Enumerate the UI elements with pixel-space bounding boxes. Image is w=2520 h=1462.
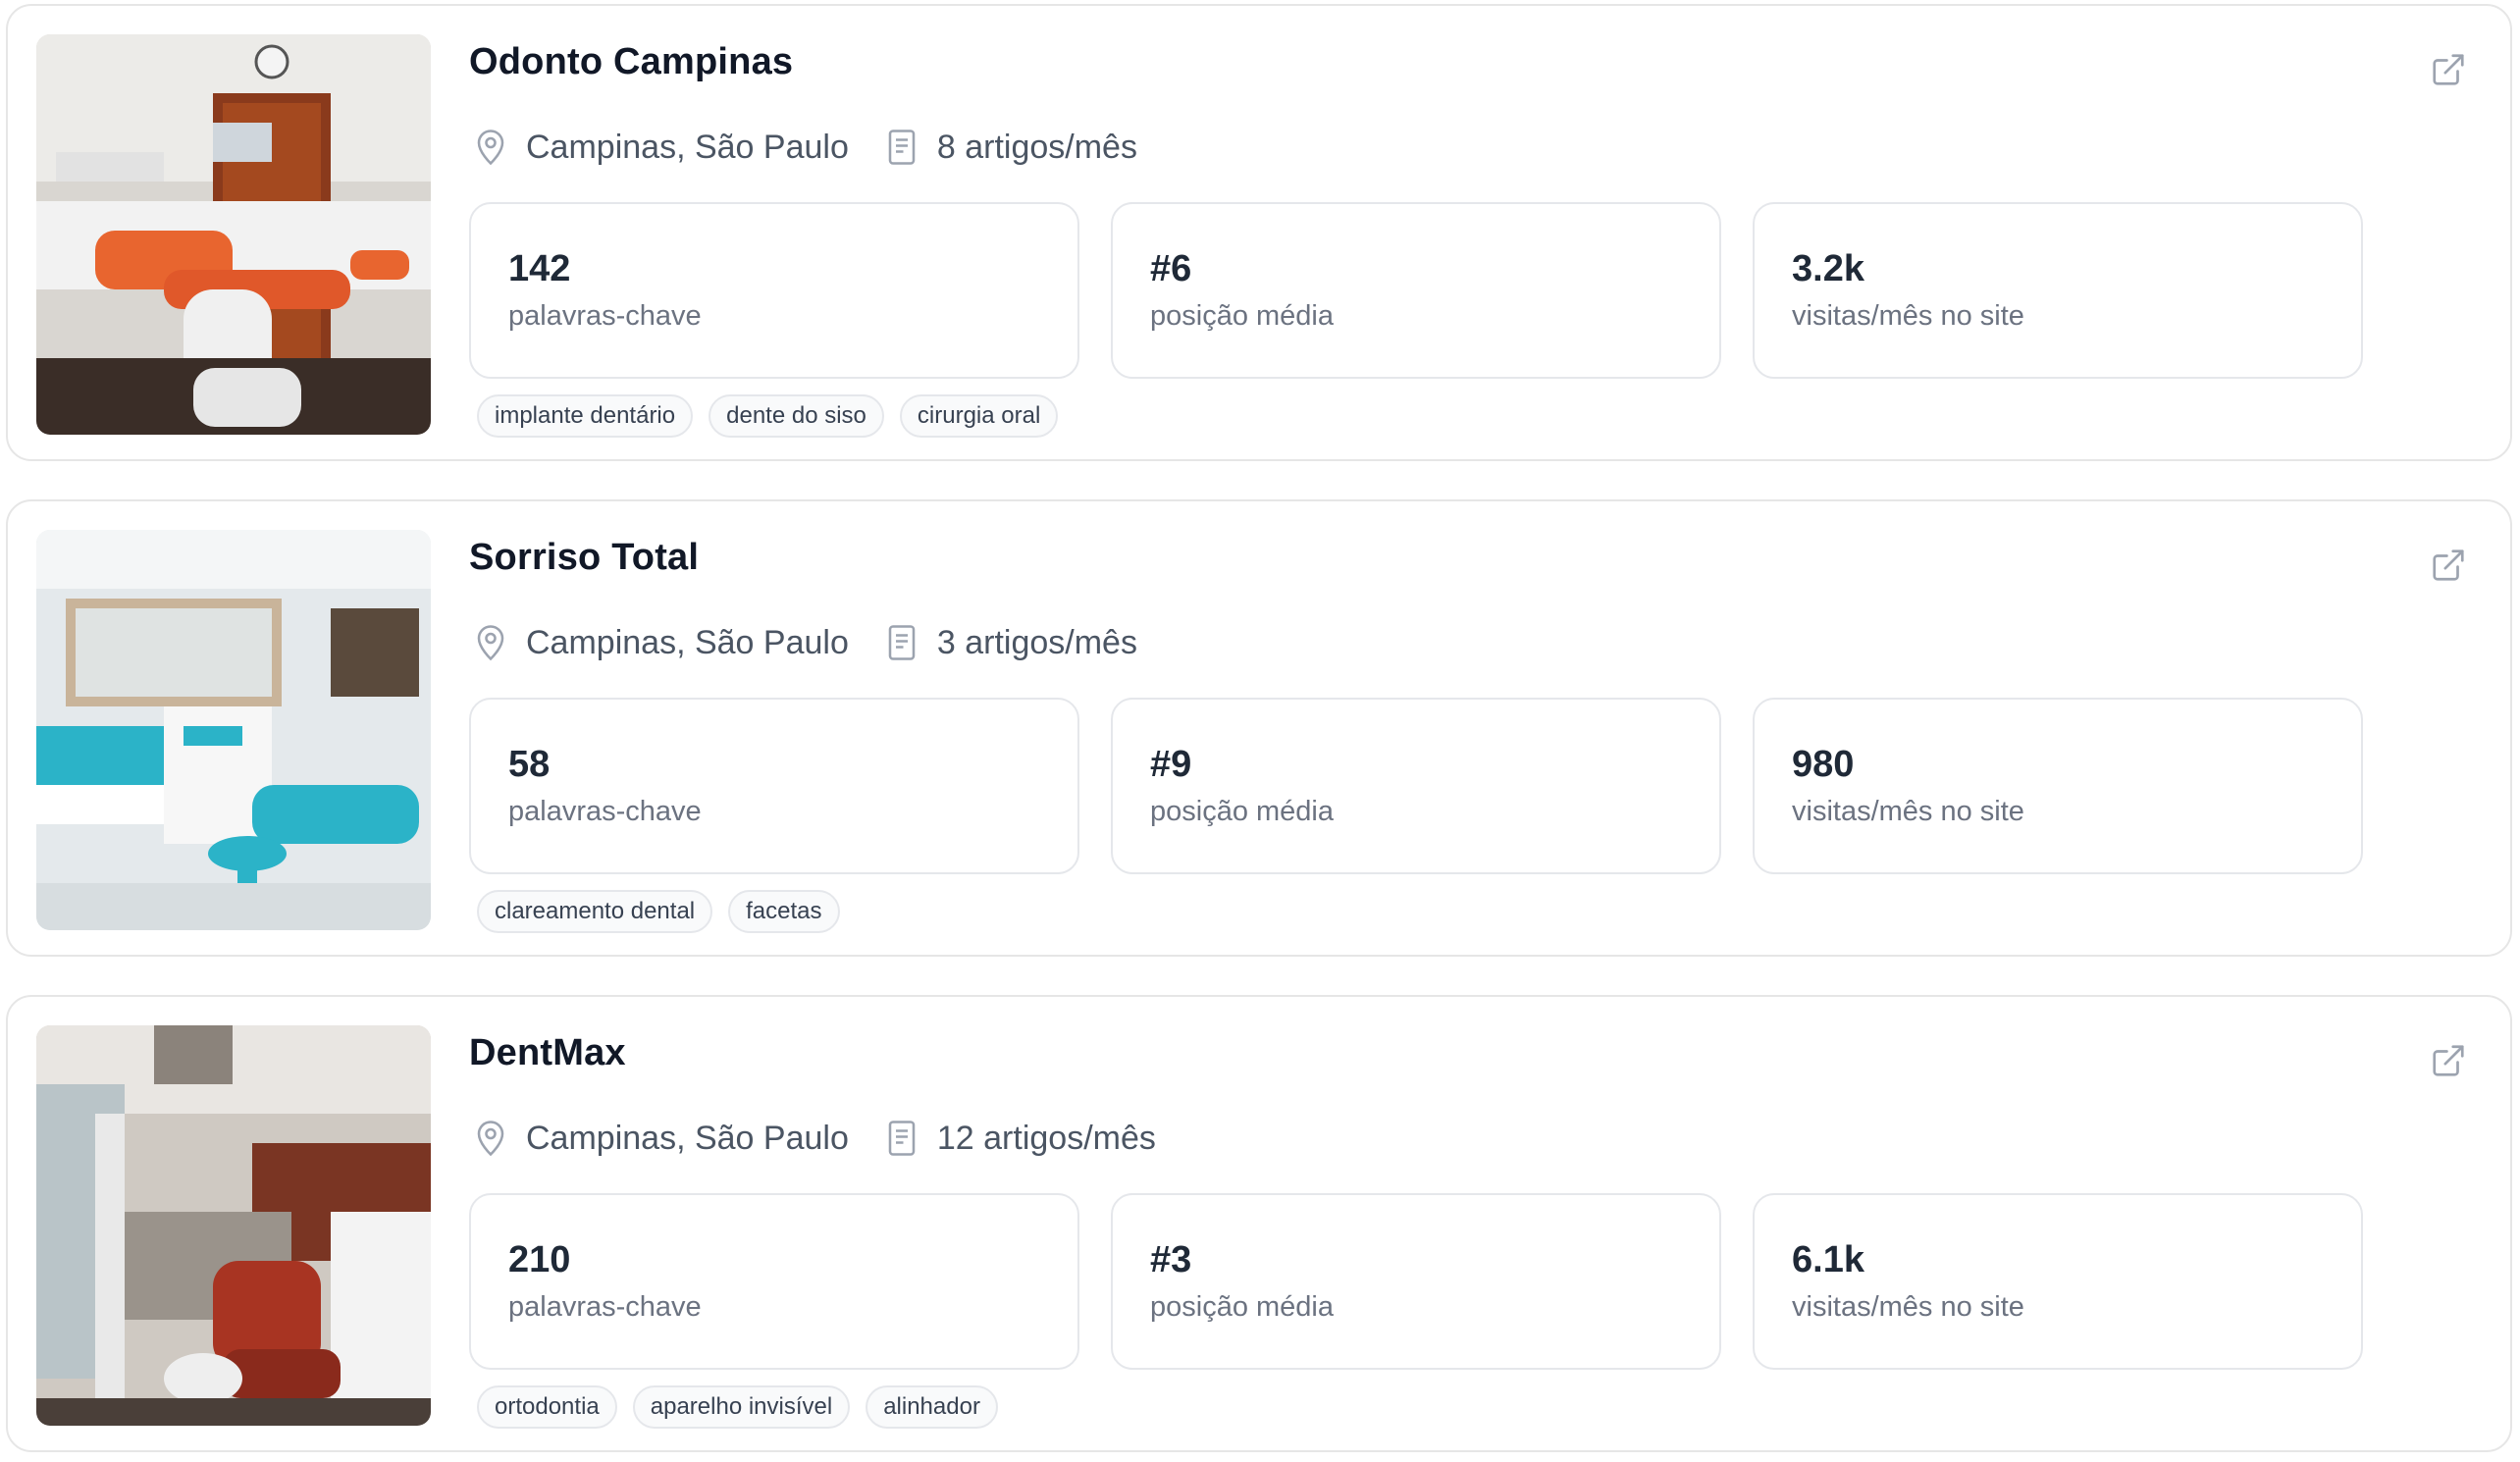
stat-value: 142 <box>508 248 571 289</box>
stat-keywords: 210 palavras-chave <box>469 1193 1079 1370</box>
clinic-location: Campinas, São Paulo <box>526 623 849 661</box>
stat-visits: 980 visitas/mês no site <box>1753 698 2363 874</box>
external-link-icon[interactable] <box>2430 51 2467 88</box>
stat-visits: 6.1k visitas/mês no site <box>1753 1193 2363 1370</box>
stat-label: posição média <box>1150 1291 1334 1323</box>
stat-label: visitas/mês no site <box>1792 1291 2024 1323</box>
clinic-meta: Campinas, São Paulo 12 artigos/mês <box>473 1117 1156 1160</box>
stat-keywords: 58 palavras-chave <box>469 698 1079 874</box>
external-link-icon[interactable] <box>2430 1042 2467 1079</box>
stat-position: #3 posição média <box>1111 1193 1721 1370</box>
stat-label: palavras-chave <box>508 796 702 827</box>
stat-value: 58 <box>508 744 551 785</box>
stats-row: 210 palavras-chave #3 posição média 6.1k… <box>469 1193 2363 1370</box>
keyword-tag[interactable]: dente do siso <box>709 394 884 438</box>
stat-value: 980 <box>1792 744 1855 785</box>
document-icon <box>884 128 919 167</box>
stat-keywords: 142 palavras-chave <box>469 202 1079 379</box>
stats-row: 58 palavras-chave #9 posição média 980 v… <box>469 698 2363 874</box>
stat-position: #6 posição média <box>1111 202 1721 379</box>
clinic-name: Odonto Campinas <box>469 41 794 82</box>
stat-value: 3.2k <box>1792 248 1864 289</box>
keyword-tag[interactable]: facetas <box>728 890 840 933</box>
stat-visits: 3.2k visitas/mês no site <box>1753 202 2363 379</box>
clinic-card[interactable]: Odonto Campinas Campinas, São Paulo 8 ar… <box>6 4 2512 461</box>
document-icon <box>884 1119 919 1158</box>
stat-position: #9 posição média <box>1111 698 1721 874</box>
keyword-tags: implante dentário dente do siso cirurgia… <box>477 394 1059 438</box>
clinic-photo <box>36 1025 431 1426</box>
clinic-list: Odonto Campinas Campinas, São Paulo 8 ar… <box>0 0 2520 1462</box>
clinic-photo <box>36 530 431 930</box>
stat-label: posição média <box>1150 300 1334 332</box>
stat-label: visitas/mês no site <box>1792 300 2024 332</box>
stat-value: 210 <box>508 1239 571 1280</box>
clinic-articles: 3 artigos/mês <box>936 623 1137 661</box>
stat-label: palavras-chave <box>508 300 702 332</box>
clinic-location: Campinas, São Paulo <box>526 128 849 166</box>
clinic-name: DentMax <box>469 1032 626 1073</box>
stat-value: #3 <box>1150 1239 1192 1280</box>
stat-value: 6.1k <box>1792 1239 1864 1280</box>
document-icon <box>884 623 919 662</box>
clinic-name: Sorriso Total <box>469 537 700 578</box>
clinic-articles: 8 artigos/mês <box>936 128 1137 166</box>
keyword-tags: clareamento dental facetas <box>477 890 840 933</box>
keyword-tags: ortodontia aparelho invisível alinhador <box>477 1385 998 1429</box>
external-link-icon[interactable] <box>2430 547 2467 584</box>
clinic-card[interactable]: DentMax Campinas, São Paulo 12 artigos/m… <box>6 995 2512 1452</box>
keyword-tag[interactable]: ortodontia <box>477 1385 617 1429</box>
clinic-meta: Campinas, São Paulo 3 artigos/mês <box>473 621 1137 664</box>
keyword-tag[interactable]: clareamento dental <box>477 890 713 933</box>
stat-value: #9 <box>1150 744 1192 785</box>
keyword-tag[interactable]: aparelho invisível <box>632 1385 851 1429</box>
stat-value: #6 <box>1150 248 1192 289</box>
clinic-card[interactable]: Sorriso Total Campinas, São Paulo 3 arti… <box>6 499 2512 957</box>
stat-label: visitas/mês no site <box>1792 796 2024 827</box>
stats-row: 142 palavras-chave #6 posição média 3.2k… <box>469 202 2363 379</box>
clinic-meta: Campinas, São Paulo 8 artigos/mês <box>473 126 1137 169</box>
stat-label: palavras-chave <box>508 1291 702 1323</box>
keyword-tag[interactable]: alinhador <box>866 1385 998 1429</box>
keyword-tag[interactable]: cirurgia oral <box>899 394 1059 438</box>
map-pin-icon <box>473 623 508 662</box>
clinic-articles: 12 artigos/mês <box>936 1119 1156 1157</box>
keyword-tag[interactable]: implante dentário <box>477 394 694 438</box>
clinic-location: Campinas, São Paulo <box>526 1119 849 1157</box>
clinic-photo <box>36 34 431 435</box>
stat-label: posição média <box>1150 796 1334 827</box>
map-pin-icon <box>473 1119 508 1158</box>
map-pin-icon <box>473 128 508 167</box>
